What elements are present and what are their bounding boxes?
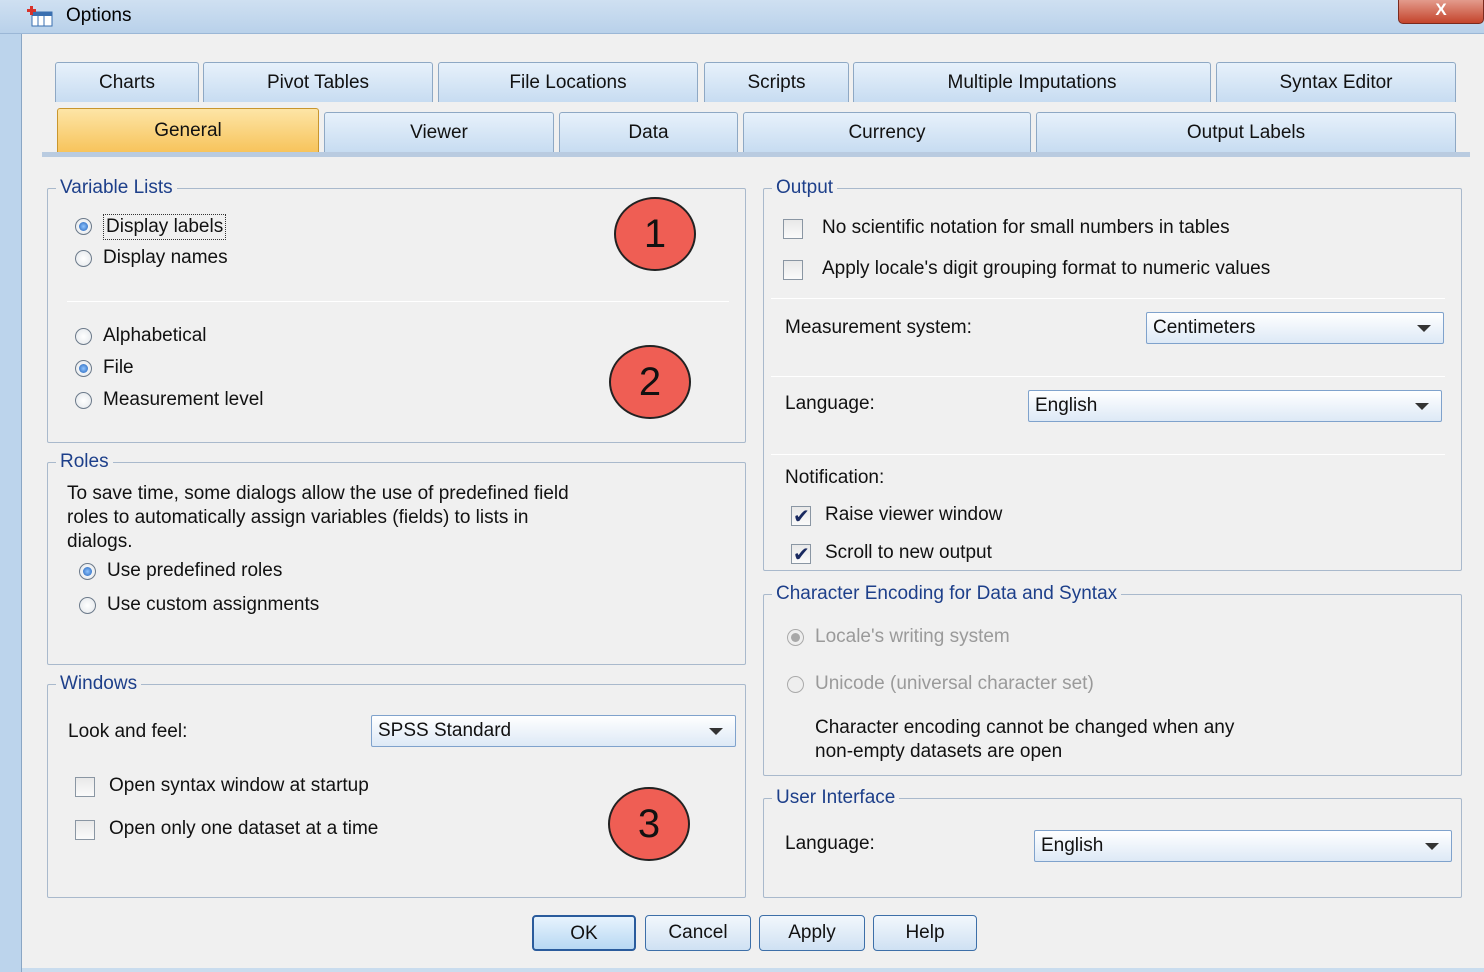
measurement-system-dropdown[interactable]: Centimeters [1146, 312, 1444, 344]
tab-currency[interactable]: Currency [743, 112, 1031, 152]
tab-multiple-imputations[interactable]: Multiple Imputations [853, 62, 1211, 102]
annotation-marker-3: 3 [608, 787, 690, 861]
window-frame [0, 34, 22, 972]
output-language-dropdown[interactable]: English [1028, 390, 1442, 422]
measurement-system-label: Measurement system: [785, 317, 972, 338]
display-labels-radio[interactable] [75, 218, 92, 235]
no-scientific-notation-label[interactable]: No scientific notation for small numbers… [822, 216, 1230, 240]
cancel-button[interactable]: Cancel [645, 915, 751, 951]
variable-lists-title: Variable Lists [56, 176, 177, 200]
tab-syntax-editor[interactable]: Syntax Editor [1216, 62, 1456, 102]
roles-description: To save time, some dialogs allow the use… [67, 482, 569, 554]
roles-title: Roles [56, 450, 113, 474]
output-language-label: Language: [785, 393, 875, 414]
tab-pivot-tables[interactable]: Pivot Tables [203, 62, 433, 102]
measurement-level-radio[interactable] [75, 392, 92, 409]
measurement-level-label[interactable]: Measurement level [103, 388, 264, 412]
dropdown-arrow-icon [1425, 843, 1439, 850]
apply-button[interactable]: Apply [759, 915, 865, 951]
annotation-marker-2: 2 [609, 345, 691, 419]
dropdown-arrow-icon [1417, 325, 1431, 332]
tab-general[interactable]: General [57, 108, 319, 154]
user-interface-title: User Interface [772, 786, 900, 810]
no-scientific-notation-checkbox[interactable] [783, 219, 803, 239]
open-one-dataset-label[interactable]: Open only one dataset at a time [109, 817, 378, 841]
tab-data[interactable]: Data [559, 112, 738, 152]
tab-scripts[interactable]: Scripts [704, 62, 849, 102]
encoding-note-line: Character encoding cannot be changed whe… [815, 717, 1235, 738]
raise-viewer-label[interactable]: Raise viewer window [825, 503, 1002, 527]
open-syntax-label[interactable]: Open syntax window at startup [109, 774, 369, 798]
measurement-system-value: Centimeters [1153, 317, 1256, 338]
ok-button[interactable]: OK [532, 915, 636, 951]
raise-viewer-checkbox[interactable] [791, 504, 811, 529]
look-and-feel-value: SPSS Standard [378, 720, 512, 741]
display-labels-label[interactable]: Display labels [103, 214, 227, 240]
separator [771, 376, 1445, 377]
open-syntax-checkbox[interactable] [75, 777, 95, 797]
scroll-output-checkbox[interactable] [791, 542, 811, 567]
output-title: Output [772, 176, 838, 200]
apply-locale-grouping-label[interactable]: Apply locale's digit grouping format to … [822, 257, 1270, 281]
use-custom-assignments-radio[interactable] [79, 597, 96, 614]
annotation-marker-1: 1 [614, 197, 696, 271]
roles-description-line: roles to automatically assign variables … [67, 507, 529, 528]
unicode-radio[interactable] [787, 676, 804, 693]
windows-title: Windows [56, 672, 142, 696]
scroll-output-label[interactable]: Scroll to new output [825, 541, 992, 565]
tab-charts[interactable]: Charts [55, 62, 199, 102]
roles-description-line: To save time, some dialogs allow the use… [67, 483, 569, 504]
spss-app-icon [27, 6, 53, 27]
separator [771, 454, 1445, 455]
look-and-feel-dropdown[interactable]: SPSS Standard [371, 715, 736, 747]
tab-output-labels[interactable]: Output Labels [1036, 112, 1456, 152]
file-radio[interactable] [75, 360, 92, 377]
notification-label: Notification: [785, 467, 885, 488]
unicode-label[interactable]: Unicode (universal character set) [815, 672, 1094, 696]
look-and-feel-label: Look and feel: [68, 721, 188, 742]
character-encoding-title: Character Encoding for Data and Syntax [772, 582, 1122, 606]
file-label[interactable]: File [103, 356, 134, 380]
locale-writing-label[interactable]: Locale's writing system [815, 625, 1010, 649]
apply-locale-grouping-checkbox[interactable] [783, 260, 803, 280]
encoding-note-line: non-empty datasets are open [815, 741, 1063, 762]
dropdown-arrow-icon [1415, 403, 1429, 410]
tab-divider [42, 152, 1470, 157]
open-one-dataset-checkbox[interactable] [75, 820, 95, 840]
display-names-label[interactable]: Display names [103, 246, 228, 270]
title-bar: Options X [0, 0, 1484, 34]
alphabetical-radio[interactable] [75, 328, 92, 345]
tab-viewer[interactable]: Viewer [324, 112, 554, 152]
window-title: Options [66, 5, 132, 26]
use-predefined-roles-radio[interactable] [79, 563, 96, 580]
dropdown-arrow-icon [709, 728, 723, 735]
use-custom-assignments-label[interactable]: Use custom assignments [107, 593, 319, 617]
separator [67, 301, 729, 302]
ui-language-dropdown[interactable]: English [1034, 830, 1452, 862]
help-button[interactable]: Help [873, 915, 977, 951]
use-predefined-roles-label[interactable]: Use predefined roles [107, 559, 282, 583]
encoding-note: Character encoding cannot be changed whe… [815, 716, 1234, 764]
alphabetical-label[interactable]: Alphabetical [103, 324, 207, 348]
output-language-value: English [1035, 395, 1098, 416]
roles-description-line: dialogs. [67, 531, 133, 552]
display-names-radio[interactable] [75, 250, 92, 267]
ui-language-value: English [1041, 835, 1104, 856]
separator [771, 298, 1445, 299]
ui-language-label: Language: [785, 833, 875, 854]
close-button[interactable]: X [1398, 0, 1484, 24]
tab-file-locations[interactable]: File Locations [438, 62, 698, 102]
locale-writing-radio[interactable] [787, 629, 804, 646]
